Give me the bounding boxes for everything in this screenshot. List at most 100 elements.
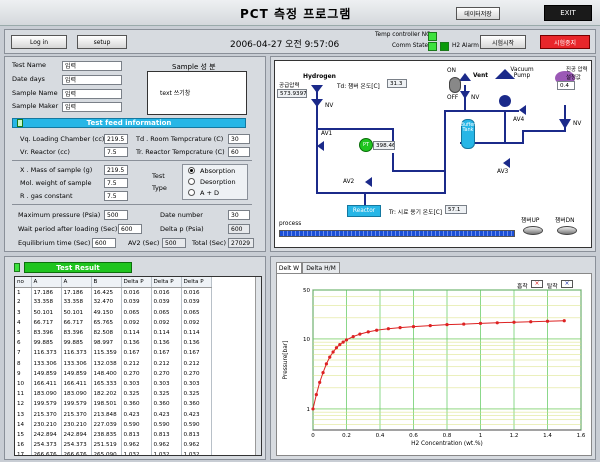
table-row[interactable]: 12 199.579 199.579 198.501 0.360 0.360 0.360 <box>15 399 212 410</box>
tab-delta-hm[interactable]: Delta H/M <box>302 262 340 273</box>
table-row[interactable]: 1 17.186 17.186 16.425 0.016 0.016 0.016 <box>15 287 212 298</box>
data-point <box>331 350 335 354</box>
table-row[interactable]: 14 230.210 230.210 227.039 0.590 0.590 0.590 <box>15 419 212 430</box>
mol-weight-input[interactable]: 7.5 <box>104 178 128 188</box>
table-cell: 0.016 <box>151 287 182 298</box>
vr-input[interactable]: 7.5 <box>104 147 128 157</box>
gas-constant-label: R . gas constant <box>20 192 73 200</box>
chamber-up-button[interactable] <box>523 226 543 235</box>
stop-test-button[interactable]: 시험중지 <box>540 35 590 49</box>
table-cell: 83.396 <box>61 327 92 339</box>
table-cell: 14 <box>15 419 32 430</box>
table-row[interactable]: 15 242.894 242.894 238.835 0.813 0.813 0.813 <box>15 429 212 440</box>
column-header: A <box>31 277 62 288</box>
desorption-radio[interactable] <box>188 178 195 185</box>
result-table-scrollbar[interactable] <box>255 277 261 455</box>
test-name-label: Test Name <box>12 61 47 69</box>
table-row[interactable]: 8 133.306 133.306 132.038 0.212 0.212 0.212 <box>15 358 212 369</box>
table-cell: 16 <box>15 440 32 451</box>
chamber-dn-button[interactable] <box>557 226 577 235</box>
table-cell: 0.016 <box>121 287 152 298</box>
x-mass-input[interactable]: 219.5 <box>104 165 128 175</box>
a-d-radio[interactable] <box>188 189 195 196</box>
data-save-button[interactable]: 데이터저장 <box>456 7 500 20</box>
sample-maker-input[interactable]: 입력 <box>62 102 122 112</box>
vq-input[interactable]: 219.5 <box>104 134 128 144</box>
date-days-input[interactable]: 입력 <box>62 75 122 85</box>
setup-button[interactable]: setup <box>77 35 127 49</box>
tr-input[interactable]: 60 <box>228 147 250 157</box>
max-pressure-input[interactable]: 500 <box>104 210 128 220</box>
table-row[interactable]: 4 66.717 66.717 65.765 0.092 0.092 0.092 <box>15 317 212 328</box>
table-cell: 66.717 <box>61 317 92 328</box>
sample-name-input[interactable]: 입력 <box>62 89 122 99</box>
gas-constant-input[interactable]: 7.5 <box>104 191 128 201</box>
wait-period-input[interactable]: 600 <box>118 224 142 234</box>
tab-delt-w[interactable]: Delt W <box>276 262 302 273</box>
table-row[interactable]: 13 215.370 215.370 213.848 0.423 0.423 0.423 <box>15 409 212 420</box>
x-tick-label: 1.6 <box>577 433 586 439</box>
table-row[interactable]: 5 83.396 83.396 82.508 0.114 0.114 0.114 <box>15 327 212 339</box>
equilibrium-input[interactable]: 600 <box>92 238 116 248</box>
table-cell: 251.519 <box>91 440 122 451</box>
table-row[interactable]: 6 99.885 99.885 98.997 0.136 0.136 0.136 <box>15 338 212 349</box>
start-test-button[interactable]: 시험시작 <box>480 35 526 49</box>
nv1-valve-icon[interactable] <box>311 99 323 107</box>
table-cell: 0.325 <box>181 389 212 400</box>
column-header: A <box>61 277 92 288</box>
table-row[interactable]: 17 266.676 266.676 265.090 1.032 1.032 1.032 <box>15 450 212 455</box>
table-cell: 182.202 <box>91 389 122 400</box>
x-tick-label: 1.2 <box>510 433 519 439</box>
av2-input[interactable]: 500 <box>162 238 186 248</box>
data-point <box>386 327 390 331</box>
data-point <box>545 319 550 323</box>
table-cell: 0.270 <box>151 368 182 379</box>
feed-header-led <box>17 119 23 127</box>
table-cell: 0.136 <box>151 338 182 349</box>
table-row[interactable]: 11 183.090 183.090 182.202 0.325 0.325 0.325 <box>15 389 212 400</box>
table-cell: 132.038 <box>91 358 122 369</box>
table-cell: 6 <box>15 338 32 349</box>
tr-sample-label: Tr: 시료 용기 온도[C] <box>389 210 443 216</box>
table-row[interactable]: 2 33.358 33.358 32.470 0.039 0.039 0.039 <box>15 297 212 308</box>
table-cell: 0.136 <box>181 338 212 349</box>
table-cell: 65.765 <box>91 317 122 328</box>
table-cell: 0.092 <box>181 317 212 328</box>
piping-svg <box>311 69 571 211</box>
feed-header: Test feed information <box>12 118 246 128</box>
td-input[interactable]: 30 <box>228 134 250 144</box>
table-cell: 0.212 <box>151 358 182 369</box>
table-row[interactable]: 7 116.373 116.373 115.359 0.167 0.167 0.167 <box>15 348 212 359</box>
table-cell: 1.032 <box>151 450 182 455</box>
absorption-radio[interactable] <box>188 167 195 174</box>
vent-switch[interactable] <box>449 77 461 93</box>
data-point <box>478 321 483 325</box>
total-input[interactable]: 27029 <box>228 238 254 248</box>
delta-p-input[interactable]: 600 <box>228 224 250 234</box>
equilibrium-label: Equilibrium time (Sec) <box>18 239 91 247</box>
table-cell: 8 <box>15 358 32 369</box>
table-row[interactable]: 16 254.373 254.373 251.519 0.962 0.962 0.962 <box>15 440 212 451</box>
test-name-input[interactable]: 입력 <box>62 61 122 71</box>
chamber-dn-label: 챔버DN <box>555 218 575 224</box>
data-point <box>328 355 332 359</box>
login-button[interactable]: Log in <box>11 35 67 49</box>
sample-name-label: Sample Name <box>12 89 58 97</box>
nv2-label: NV <box>471 95 480 101</box>
table-cell: 1.032 <box>121 450 152 455</box>
table-cell: 198.501 <box>91 399 122 410</box>
table-cell: 254.373 <box>61 440 92 451</box>
reactor-label: Reactor <box>352 208 376 214</box>
table-row[interactable]: 3 50.101 50.101 49.150 0.065 0.065 0.065 <box>15 307 212 318</box>
table-row[interactable]: 9 149.859 149.859 148.400 0.270 0.270 0.270 <box>15 368 212 379</box>
exit-button[interactable]: EXIT <box>544 5 592 21</box>
composition-textarea[interactable]: text 쓰기창 <box>147 71 247 115</box>
table-cell: 33.358 <box>61 297 92 308</box>
table-cell: 0.270 <box>121 368 152 379</box>
date-number-input[interactable]: 30 <box>228 210 250 220</box>
table-cell: 0.065 <box>181 307 212 318</box>
table-cell: 0.325 <box>151 389 182 400</box>
table-row[interactable]: 10 166.411 166.411 165.333 0.303 0.303 0.303 <box>15 378 212 390</box>
data-point <box>321 371 325 375</box>
table-cell: 166.411 <box>61 378 92 390</box>
